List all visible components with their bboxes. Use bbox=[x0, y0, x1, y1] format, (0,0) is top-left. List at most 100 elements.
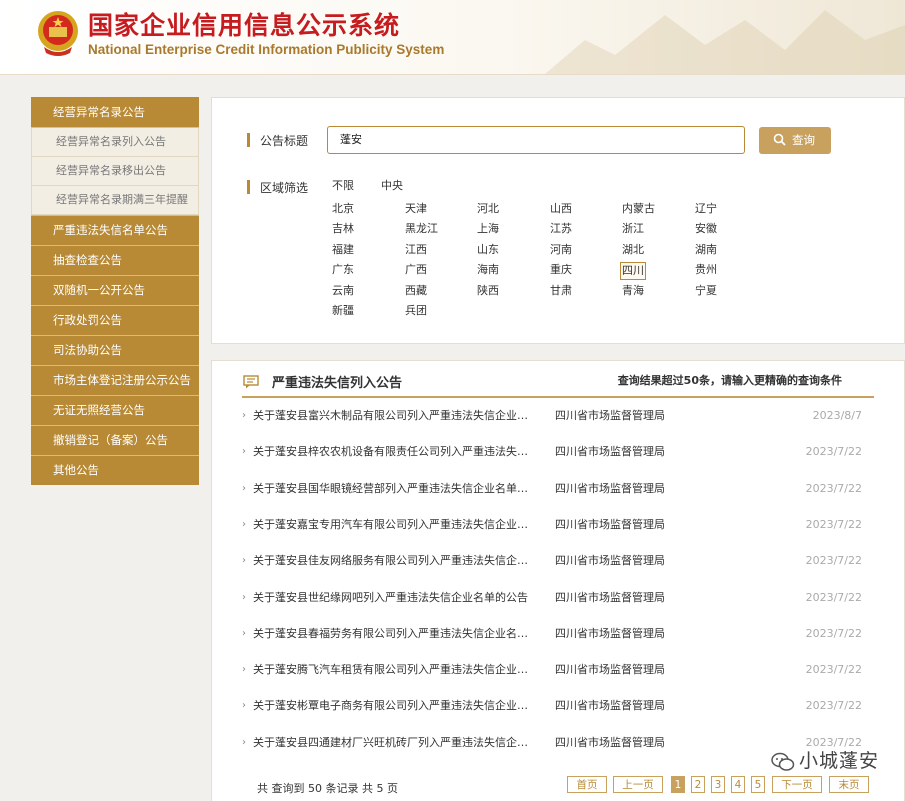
result-title-link[interactable]: 关于蓬安县四通建材厂兴旺机砖厂列入严重违法失信企业名单的公告 bbox=[253, 733, 538, 753]
chevron-right-icon: › bbox=[242, 736, 246, 748]
page-button[interactable]: 3 bbox=[711, 776, 725, 793]
result-title-link[interactable]: 关于蓬安嘉宝专用汽车有限公司列入严重违法失信企业名单的公告 bbox=[253, 515, 538, 535]
result-title-link[interactable]: 关于蓬安县富兴木制品有限公司列入严重违法失信企业名单的公告 bbox=[253, 406, 538, 426]
page-button[interactable]: 2 bbox=[691, 776, 705, 793]
search-button[interactable]: 查询 bbox=[759, 127, 831, 154]
region-option[interactable]: 上海 bbox=[475, 221, 501, 237]
sidebar-item[interactable]: 撤销登记（备案）公告 bbox=[31, 425, 199, 455]
region-option[interactable]: 中央 bbox=[379, 178, 405, 194]
region-option[interactable]: 新疆 bbox=[330, 303, 356, 319]
result-date: 2023/7/22 bbox=[805, 517, 862, 531]
region-option[interactable]: 青海 bbox=[620, 283, 646, 299]
sidebar-item[interactable]: 严重违法失信名单公告 bbox=[31, 215, 199, 245]
result-row[interactable]: › 关于蓬安县梓农农机设备有限责任公司列入严重违法失信企业名单的公告 四川省市场监督… bbox=[242, 442, 874, 462]
sidebar-sub-item[interactable]: 经营异常名录移出公告 bbox=[31, 157, 199, 186]
result-org: 四川省市场监督管理局 bbox=[555, 409, 665, 422]
region-option[interactable]: 云南 bbox=[330, 283, 356, 299]
result-row[interactable]: › 关于蓬安县佳友网络服务有限公司列入严重违法失信企业名单的公告 四川省市场监督管理… bbox=[242, 551, 874, 571]
prev-page-button[interactable]: 上一页 bbox=[613, 776, 663, 793]
result-date: 2023/7/22 bbox=[805, 590, 862, 604]
result-row[interactable]: › 关于蓬安县国华眼镜经营部列入严重违法失信企业名单的公告 四川省市场监督管理局 20… bbox=[242, 479, 874, 499]
result-title-link[interactable]: 关于蓬安腾飞汽车租赁有限公司列入严重违法失信企业名单的公告 bbox=[253, 660, 538, 680]
region-option[interactable]: 内蒙古 bbox=[620, 201, 657, 217]
region-option[interactable]: 甘肃 bbox=[548, 283, 574, 299]
page-button[interactable]: 5 bbox=[751, 776, 765, 793]
result-date: 2023/7/22 bbox=[805, 481, 862, 495]
chevron-right-icon: › bbox=[242, 555, 246, 567]
sidebar-item[interactable]: 无证无照经营公告 bbox=[31, 395, 199, 425]
sidebar-item[interactable]: 司法协助公告 bbox=[31, 335, 199, 365]
result-title-link[interactable]: 关于蓬安县国华眼镜经营部列入严重违法失信企业名单的公告 bbox=[253, 479, 538, 499]
region-option[interactable]: 兵团 bbox=[403, 303, 429, 319]
region-option[interactable]: 河南 bbox=[548, 242, 574, 258]
label-marker bbox=[247, 133, 250, 147]
region-option[interactable]: 福建 bbox=[330, 242, 356, 258]
page-button[interactable]: 1 bbox=[671, 776, 685, 793]
region-option[interactable]: 四川 bbox=[620, 262, 646, 281]
region-option[interactable]: 河北 bbox=[475, 201, 501, 217]
result-row[interactable]: › 关于蓬安腾飞汽车租赁有限公司列入严重违法失信企业名单的公告 四川省市场监督管理局… bbox=[242, 660, 874, 680]
region-option[interactable]: 广东 bbox=[330, 262, 356, 278]
result-title-link[interactable]: 关于蓬安县世纪缘网吧列入严重违法失信企业名单的公告 bbox=[253, 588, 538, 608]
search-button-label: 查询 bbox=[792, 133, 815, 147]
region-option[interactable]: 湖南 bbox=[693, 242, 719, 258]
region-option[interactable]: 宁夏 bbox=[693, 283, 719, 299]
chevron-right-icon: › bbox=[242, 482, 246, 494]
region-option[interactable]: 北京 bbox=[330, 201, 356, 217]
region-option[interactable]: 安徽 bbox=[693, 221, 719, 237]
result-title-link[interactable]: 关于蓬安县梓农农机设备有限责任公司列入严重违法失信企业名单的公告 bbox=[253, 442, 538, 462]
result-title-link[interactable]: 关于蓬安彬覃电子商务有限公司列入严重违法失信企业名单的公告 bbox=[253, 696, 538, 716]
sidebar: 经营异常名录公告 经营异常名录列入公告 经营异常名录移出公告 经营异常名录期满三… bbox=[31, 97, 199, 485]
region-option[interactable]: 贵州 bbox=[693, 262, 719, 278]
region-option[interactable]: 江西 bbox=[403, 242, 429, 258]
sidebar-item[interactable]: 双随机一公开公告 bbox=[31, 275, 199, 305]
result-row[interactable]: › 关于蓬安县世纪缘网吧列入严重违法失信企业名单的公告 四川省市场监督管理局 2023… bbox=[242, 588, 874, 608]
result-date: 2023/7/22 bbox=[805, 554, 862, 568]
sidebar-item[interactable]: 其他公告 bbox=[31, 455, 199, 485]
sidebar-sub-item[interactable]: 经营异常名录列入公告 bbox=[31, 128, 199, 157]
result-row[interactable]: › 关于蓬安嘉宝专用汽车有限公司列入严重违法失信企业名单的公告 四川省市场监督管理局… bbox=[242, 515, 874, 535]
region-option[interactable]: 吉林 bbox=[330, 221, 356, 237]
region-option[interactable]: 广西 bbox=[403, 262, 429, 278]
sidebar-item[interactable]: 市场主体登记注册公示公告 bbox=[31, 365, 199, 395]
sidebar-item[interactable]: 抽查检查公告 bbox=[31, 245, 199, 275]
result-org: 四川省市场监督管理局 bbox=[555, 481, 665, 495]
last-page-button[interactable]: 末页 bbox=[829, 776, 869, 793]
results-note: 查询结果超过50条，请输入更精确的查询条件 bbox=[617, 374, 842, 387]
region-option[interactable]: 西藏 bbox=[403, 283, 429, 299]
region-option[interactable]: 湖北 bbox=[620, 242, 646, 258]
chevron-right-icon: › bbox=[242, 700, 246, 712]
result-org: 四川省市场监督管理局 bbox=[555, 445, 665, 459]
region-option[interactable]: 山东 bbox=[475, 242, 501, 258]
result-row[interactable]: › 关于蓬安县春福劳务有限公司列入严重违法失信企业名单的公告 四川省市场监督管理局 2… bbox=[242, 624, 874, 644]
region-option[interactable]: 黑龙江 bbox=[403, 221, 440, 237]
region-filter-label: 区域筛选 bbox=[260, 181, 309, 195]
region-option[interactable]: 天津 bbox=[403, 201, 429, 217]
result-title-link[interactable]: 关于蓬安县春福劳务有限公司列入严重违法失信企业名单的公告 bbox=[253, 624, 538, 644]
result-org: 四川省市场监督管理局 bbox=[555, 590, 665, 604]
sidebar-item[interactable]: 行政处罚公告 bbox=[31, 305, 199, 335]
filter-panel: 公告标题 查询 区域筛选 不限 中央 北京天津河北山西内蒙古辽宁吉林黑龙江上海江… bbox=[211, 97, 905, 344]
sidebar-sub-item[interactable]: 经营异常名录期满三年提醒 bbox=[31, 186, 199, 215]
result-row[interactable]: › 关于蓬安彬覃电子商务有限公司列入严重违法失信企业名单的公告 四川省市场监督管理局… bbox=[242, 696, 874, 716]
region-option[interactable]: 浙江 bbox=[620, 221, 646, 237]
result-row[interactable]: › 关于蓬安县富兴木制品有限公司列入严重违法失信企业名单的公告 四川省市场监督管理局… bbox=[242, 406, 874, 426]
result-title-link[interactable]: 关于蓬安县佳友网络服务有限公司列入严重违法失信企业名单的公告 bbox=[253, 551, 538, 571]
region-option[interactable]: 江苏 bbox=[548, 221, 574, 237]
search-input[interactable] bbox=[327, 126, 745, 154]
region-option[interactable]: 辽宁 bbox=[693, 201, 719, 217]
region-option[interactable]: 重庆 bbox=[548, 262, 574, 278]
pager-summary: 共 查询到 50 条记录 共 5 页 bbox=[257, 782, 398, 795]
region-option[interactable]: 山西 bbox=[548, 201, 574, 217]
region-option[interactable]: 不限 bbox=[330, 178, 356, 194]
sidebar-head-abnormal-list[interactable]: 经营异常名录公告 bbox=[31, 97, 199, 128]
region-option[interactable]: 陕西 bbox=[475, 283, 501, 299]
first-page-button[interactable]: 首页 bbox=[567, 776, 607, 793]
mountain-decoration bbox=[545, 10, 905, 74]
region-option[interactable]: 海南 bbox=[475, 262, 501, 278]
chevron-right-icon: › bbox=[242, 664, 246, 676]
divider bbox=[242, 396, 874, 398]
next-page-button[interactable]: 下一页 bbox=[772, 776, 822, 793]
page-button[interactable]: 4 bbox=[731, 776, 745, 793]
result-org: 四川省市场监督管理局 bbox=[555, 735, 665, 749]
